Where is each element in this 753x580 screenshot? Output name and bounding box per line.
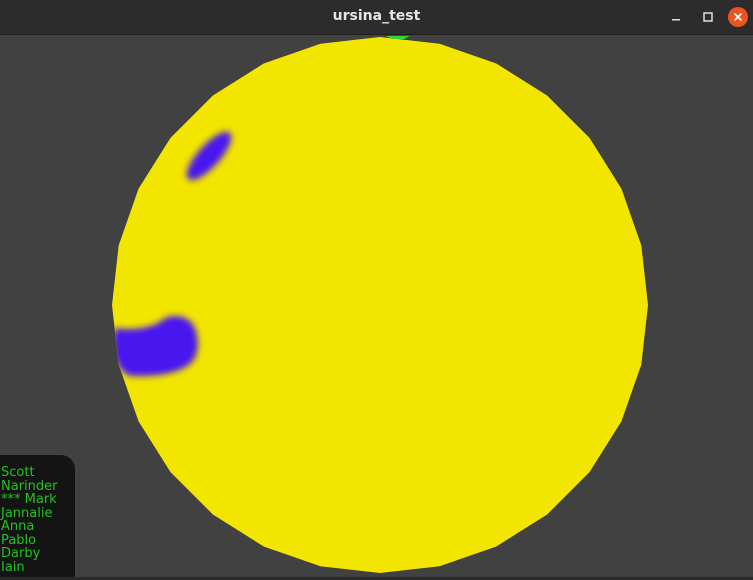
close-icon bbox=[733, 12, 743, 22]
name-list-item: *** Mark bbox=[1, 492, 57, 507]
scene-canvas[interactable] bbox=[0, 35, 753, 580]
maximize-button[interactable] bbox=[696, 5, 720, 29]
title-bar[interactable]: ursina_test bbox=[0, 0, 753, 35]
name-list-panel: Scott Narinder *** Mark Jannalie Anna Pablo Da… bbox=[0, 455, 75, 580]
name-list-item: Darby bbox=[1, 546, 41, 561]
yellow-sphere[interactable] bbox=[112, 37, 648, 573]
name-list-item: Scott bbox=[1, 465, 35, 480]
name-list-item: Pablo bbox=[1, 532, 37, 548]
close-button-circle bbox=[728, 7, 748, 27]
app-window: ursina_test Scott Narinder *** Mark Jann… bbox=[0, 0, 753, 580]
minimize-icon bbox=[672, 19, 680, 21]
window-title: ursina_test bbox=[332, 8, 421, 24]
render-viewport[interactable]: Scott Narinder *** Mark Jannalie Anna Pablo Da… bbox=[0, 35, 753, 580]
name-list-item: Jannalie bbox=[1, 505, 53, 521]
maximize-icon bbox=[703, 12, 713, 22]
name-list-item: Iain bbox=[1, 559, 25, 575]
name-list-item: Narinder bbox=[1, 478, 58, 494]
minimize-button[interactable] bbox=[664, 5, 688, 29]
name-list-item: Anna bbox=[1, 519, 35, 534]
close-button[interactable] bbox=[726, 5, 750, 29]
